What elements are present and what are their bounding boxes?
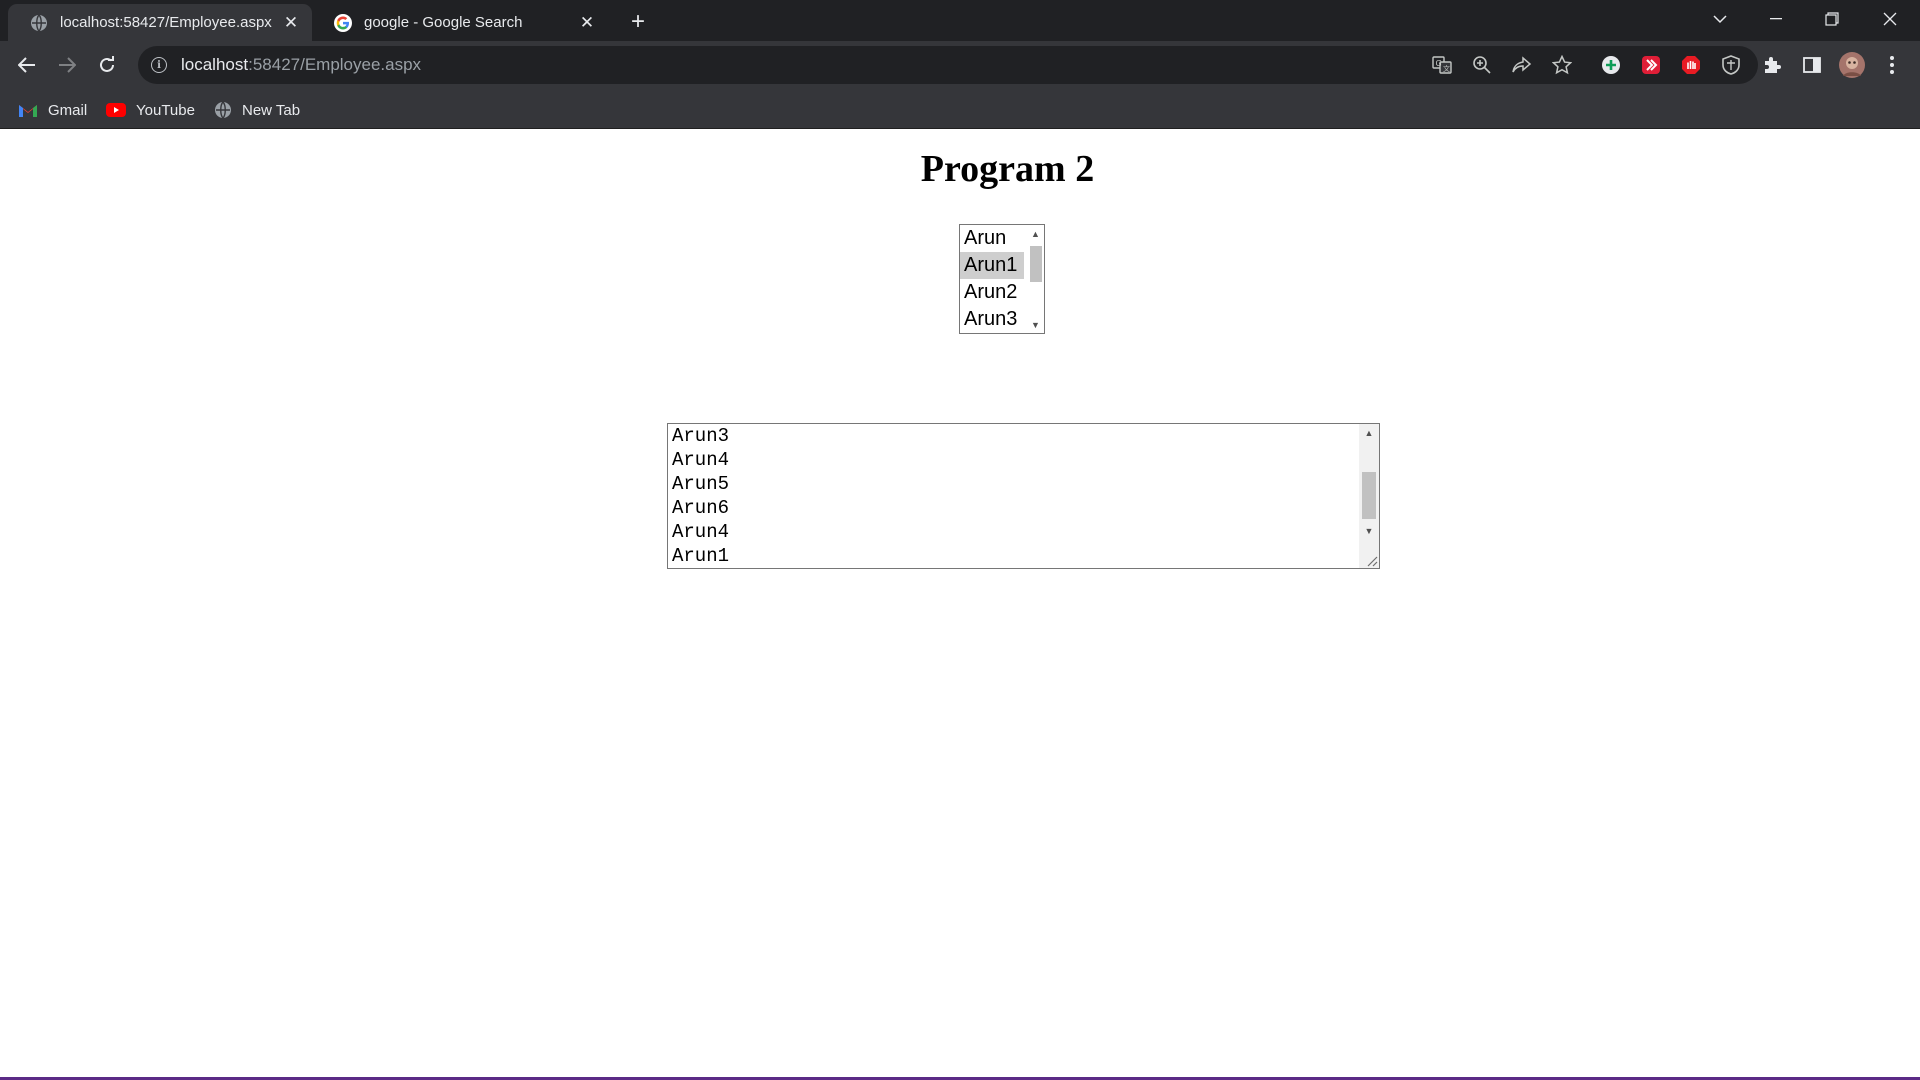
- reload-icon[interactable]: [89, 47, 125, 83]
- gmail-icon: [18, 103, 38, 118]
- site-info-icon[interactable]: i: [151, 57, 167, 73]
- shield-icon[interactable]: [1715, 49, 1747, 81]
- zoom-icon[interactable]: [1466, 49, 1498, 81]
- listbox-option[interactable]: Arun3: [960, 306, 1024, 333]
- profile-avatar[interactable]: [1836, 49, 1868, 81]
- side-panel-icon[interactable]: [1796, 49, 1828, 81]
- listbox-option[interactable]: Arun: [960, 225, 1024, 252]
- extensions-puzzle-icon[interactable]: [1756, 49, 1788, 81]
- tab-employee[interactable]: localhost:58427/Employee.aspx ✕: [8, 4, 312, 41]
- scroll-up-arrow-icon[interactable]: ▲: [1359, 424, 1379, 441]
- tab-label: google - Google Search: [364, 14, 523, 31]
- textarea-line: Arun1: [672, 545, 730, 567]
- page-title: Program 2: [920, 148, 1095, 190]
- close-window-icon[interactable]: [1862, 0, 1918, 38]
- listbox-option-selected[interactable]: Arun1: [960, 252, 1024, 279]
- close-tab-icon[interactable]: ✕: [280, 12, 302, 34]
- bookmark-youtube[interactable]: YouTube: [106, 97, 195, 123]
- tab-search-icon[interactable]: [1692, 0, 1748, 38]
- youtube-icon: [106, 103, 126, 117]
- listbox-scrollbar[interactable]: ▲ ▼: [1027, 225, 1044, 333]
- scroll-up-arrow-icon[interactable]: ▲: [1027, 225, 1044, 242]
- textarea-line: Arun4: [672, 449, 730, 471]
- bookmark-label: YouTube: [136, 101, 195, 119]
- svg-text:G: G: [1436, 59, 1442, 68]
- textarea-scrollbar[interactable]: ▲ ▼: [1359, 424, 1379, 568]
- scrollbar-thumb[interactable]: [1030, 246, 1042, 282]
- listbox-option[interactable]: Arun2: [960, 279, 1024, 306]
- employee-listbox[interactable]: Arun Arun1 Arun2 Arun3 ▲ ▼: [959, 224, 1045, 334]
- new-tab-button[interactable]: +: [623, 7, 653, 37]
- scroll-down-arrow-icon[interactable]: ▼: [1027, 316, 1044, 333]
- textarea-line: Arun6: [672, 497, 730, 519]
- url-host: localhost: [181, 55, 249, 74]
- bookmark-gmail[interactable]: Gmail: [18, 97, 87, 123]
- menu-kebab-icon[interactable]: [1876, 49, 1908, 81]
- textarea-line: Arun5: [672, 473, 730, 495]
- extension-red-icon[interactable]: [1635, 49, 1667, 81]
- restore-icon[interactable]: [1804, 0, 1860, 38]
- bookmark-new-tab[interactable]: New Tab: [214, 97, 300, 123]
- share-icon[interactable]: [1506, 49, 1538, 81]
- bookmark-label: New Tab: [242, 101, 301, 119]
- textarea-line: Arun4: [672, 521, 730, 543]
- minimize-icon[interactable]: [1748, 0, 1804, 38]
- translate-icon[interactable]: G文: [1426, 49, 1458, 81]
- svg-text:文: 文: [1443, 64, 1450, 73]
- textarea-line: Arun3: [672, 425, 730, 447]
- back-icon[interactable]: [9, 47, 45, 83]
- browser-toolbar: i localhost:58427/Employee.aspx G文: [0, 41, 1920, 90]
- bookmark-label: Gmail: [48, 101, 88, 119]
- scroll-down-arrow-icon[interactable]: ▼: [1359, 522, 1379, 539]
- resize-handle-icon[interactable]: [1364, 553, 1378, 567]
- extension-plus-icon[interactable]: [1595, 49, 1627, 81]
- google-icon: [334, 13, 352, 32]
- bookmarks-bar: Gmail YouTube New Tab: [0, 90, 1920, 129]
- url-path: :58427/Employee.aspx: [248, 55, 422, 74]
- tab-google-search[interactable]: google - Google Search ✕: [312, 4, 608, 41]
- globe-icon: [30, 14, 48, 32]
- adblock-icon[interactable]: [1675, 49, 1707, 81]
- scrollbar-thumb[interactable]: [1362, 472, 1376, 519]
- bookmark-star-icon[interactable]: [1546, 49, 1578, 81]
- browser-chrome: localhost:58427/Employee.aspx ✕ google -…: [0, 0, 1920, 129]
- page-content: Program 2 Arun Arun1 Arun2 Arun3 ▲ ▼ Aru…: [0, 129, 1920, 1078]
- tab-strip: localhost:58427/Employee.aspx ✕ google -…: [0, 0, 1920, 41]
- forward-icon[interactable]: [49, 47, 85, 83]
- globe-icon: [214, 101, 232, 119]
- close-tab-icon[interactable]: ✕: [576, 12, 598, 34]
- output-textarea[interactable]: Arun3 Arun4 Arun5 Arun6 Arun4 Arun1 ▲ ▼: [667, 423, 1380, 569]
- tab-label: localhost:58427/Employee.aspx: [60, 14, 272, 31]
